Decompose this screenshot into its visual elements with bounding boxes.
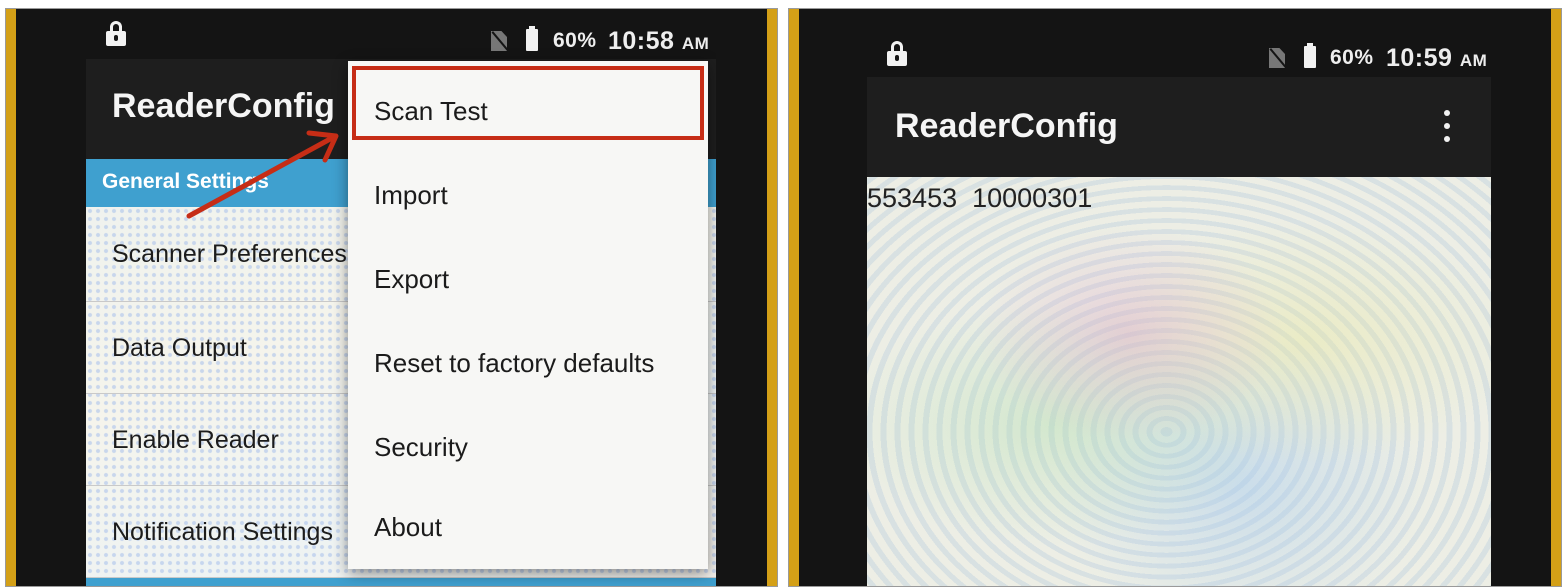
app-title: ReaderConfig <box>895 107 1118 145</box>
scan-test-output-area: 553453 10000301 <box>867 177 1491 586</box>
right-screenshot-panel: 60% 10:59 AM ReaderConfig 553453 1000030… <box>788 8 1562 587</box>
device-bezel-left <box>789 9 799 586</box>
battery-icon <box>1304 43 1316 68</box>
clock-time: 10:59 <box>1386 44 1453 72</box>
more-vert-icon[interactable] <box>1443 110 1451 144</box>
lock-icon <box>887 41 907 67</box>
battery-percent: 60% <box>1330 46 1374 69</box>
app-bar: ReaderConfig <box>867 77 1491 177</box>
device-screen: 60% 10:59 AM ReaderConfig 553453 1000030… <box>867 9 1491 586</box>
device-bezel-right <box>1551 9 1561 586</box>
status-bar: 60% 10:59 AM <box>867 9 1491 72</box>
clock-ampm: AM <box>1459 51 1488 70</box>
no-sim-icon <box>1269 48 1285 68</box>
annotation-arrow <box>186 130 339 219</box>
scan-result-text: 553453 10000301 <box>867 183 1093 213</box>
device-bezel-right <box>767 9 777 586</box>
clock: 10:59 AM <box>1386 44 1487 73</box>
left-screenshot-panel: 60% 10:58 AM ReaderConfig General Settin… <box>5 8 778 587</box>
